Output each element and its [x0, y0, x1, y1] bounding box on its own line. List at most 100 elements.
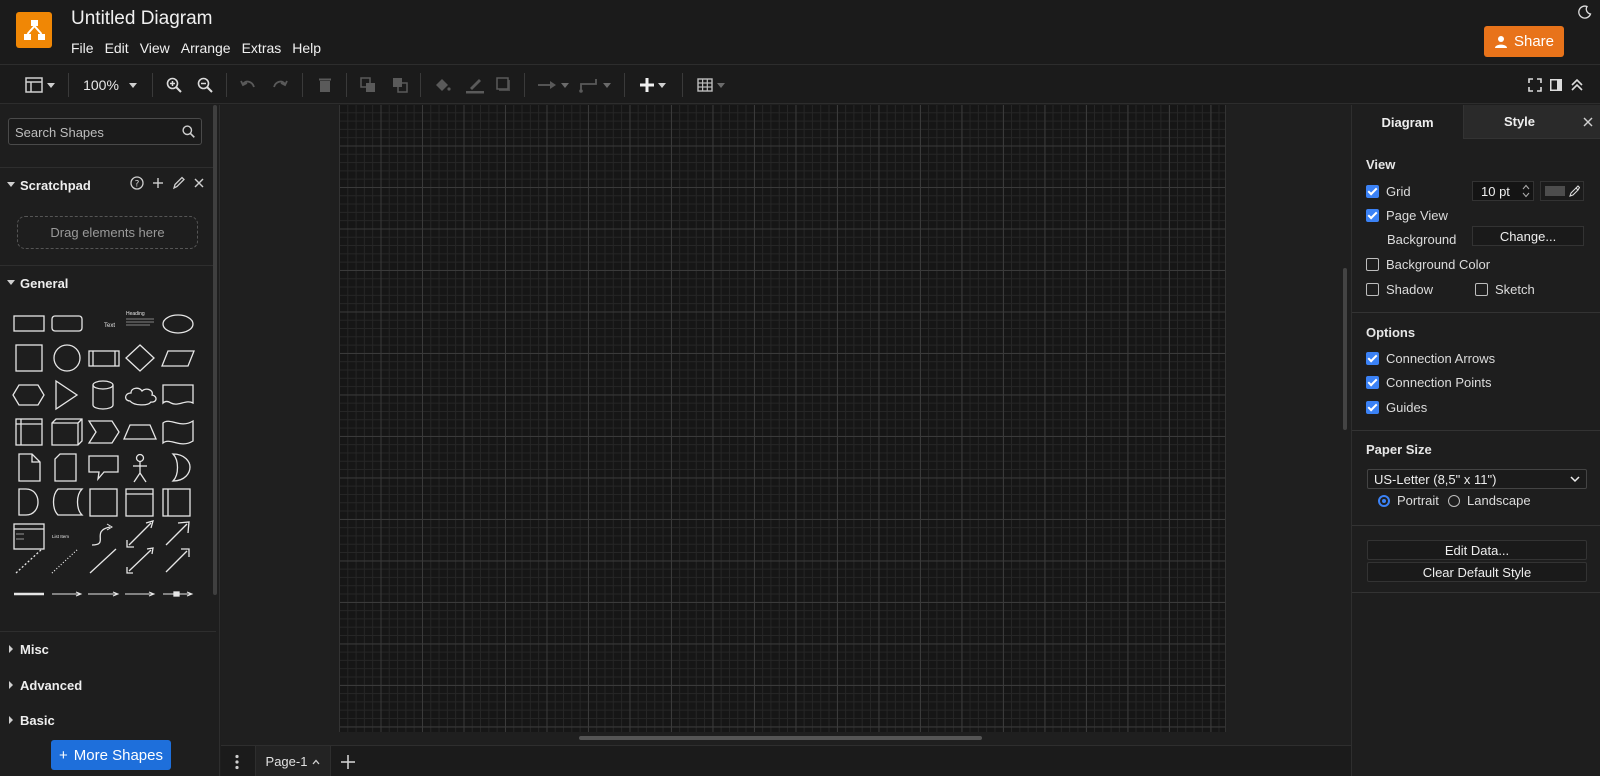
hexagon-shape[interactable]	[12, 384, 45, 406]
add-page-icon[interactable]	[341, 755, 355, 769]
menu-help[interactable]: Help	[292, 40, 328, 56]
grid-size-input[interactable]: 10 pt	[1472, 181, 1534, 201]
change-background-button[interactable]: Change...	[1472, 226, 1584, 246]
bidirectional-connector-shape[interactable]	[126, 547, 154, 574]
scratchpad-drop-zone[interactable]: Drag elements here	[17, 216, 198, 249]
connector-2-label-shape[interactable]	[88, 591, 120, 597]
grid-option[interactable]: Grid	[1366, 184, 1411, 199]
format-panel-button[interactable]	[20, 74, 60, 96]
cloud-shape[interactable]	[124, 387, 157, 406]
add-icon[interactable]	[152, 176, 164, 190]
edit-data-button[interactable]: Edit Data...	[1367, 540, 1587, 560]
document-title[interactable]: Untitled Diagram	[71, 8, 213, 30]
dark-mode-icon[interactable]	[1578, 5, 1592, 19]
guides-option[interactable]: Guides	[1366, 400, 1427, 415]
tab-diagram[interactable]: Diagram	[1352, 105, 1463, 139]
textbox-shape[interactable]: Heading	[126, 311, 154, 326]
canvas-vertical-scrollbar[interactable]	[1343, 268, 1347, 430]
to-front-button[interactable]	[358, 74, 378, 96]
card-shape[interactable]	[54, 453, 77, 482]
delete-button[interactable]	[315, 74, 335, 96]
fill-color-button[interactable]	[432, 74, 452, 96]
triangle-shape[interactable]	[55, 379, 79, 411]
canvas-horizontal-scrollbar[interactable]	[579, 736, 982, 740]
landscape-option[interactable]: Landscape	[1448, 493, 1531, 508]
grid-color-picker[interactable]	[1540, 181, 1584, 201]
internal-storage-shape[interactable]	[15, 418, 43, 446]
trapezoid-shape[interactable]	[123, 424, 157, 440]
sketch-checkbox[interactable]	[1475, 283, 1488, 296]
pages-menu-icon[interactable]	[234, 754, 240, 770]
portrait-radio[interactable]	[1378, 494, 1390, 507]
portrait-option[interactable]: Portrait	[1378, 493, 1439, 508]
general-header[interactable]: General	[0, 274, 216, 294]
cube-shape[interactable]	[51, 418, 83, 446]
menu-view[interactable]: View	[140, 40, 177, 56]
cylinder-shape[interactable]	[92, 380, 114, 410]
dashed-line-shape[interactable]	[15, 548, 43, 574]
zoom-dropdown[interactable]: 100%	[80, 74, 140, 96]
basic-header[interactable]: Basic	[0, 711, 216, 731]
connection-arrows-option[interactable]: Connection Arrows	[1366, 351, 1495, 366]
line-shape[interactable]	[89, 548, 117, 574]
shadow-option[interactable]: Shadow	[1366, 282, 1433, 297]
text-shape[interactable]: Text	[104, 323, 115, 329]
menu-edit[interactable]: Edit	[105, 40, 136, 56]
list-item-shape[interactable]: List Item	[52, 534, 69, 539]
more-shapes-button[interactable]: + More Shapes	[51, 740, 171, 770]
advanced-header[interactable]: Advanced	[0, 676, 216, 696]
page-view-option[interactable]: Page View	[1366, 208, 1448, 223]
circle-shape[interactable]	[53, 344, 81, 372]
collapse-button[interactable]	[1568, 74, 1586, 96]
note-shape[interactable]	[18, 453, 41, 482]
stepper-icon[interactable]	[1522, 184, 1530, 198]
eyedropper-icon[interactable]	[1569, 185, 1580, 197]
vertical-pool-shape[interactable]	[162, 488, 191, 517]
parallelogram-shape[interactable]	[161, 350, 195, 367]
insert-button[interactable]	[636, 74, 670, 96]
square-container-shape[interactable]	[89, 488, 118, 517]
search-input[interactable]	[15, 124, 175, 140]
directional-connector-shape[interactable]	[165, 548, 190, 573]
sidebar-scrollbar[interactable]	[213, 105, 217, 595]
background-color-option[interactable]: Background Color	[1366, 257, 1490, 272]
zoom-out-button[interactable]	[195, 74, 215, 96]
redo-button[interactable]	[270, 74, 290, 96]
landscape-radio[interactable]	[1448, 494, 1460, 507]
line-color-button[interactable]	[464, 74, 486, 96]
arrow-shape[interactable]	[165, 521, 190, 546]
connection-points-checkbox[interactable]	[1366, 376, 1379, 389]
connector-3-label-shape[interactable]	[125, 591, 156, 597]
page-view-checkbox[interactable]	[1366, 209, 1379, 222]
curve-shape[interactable]	[91, 523, 113, 546]
connection-style-button[interactable]	[536, 74, 570, 96]
chevron-up-icon[interactable]	[312, 759, 320, 765]
or-shape[interactable]	[171, 453, 191, 482]
guides-checkbox[interactable]	[1366, 401, 1379, 414]
zoom-in-button[interactable]	[164, 74, 184, 96]
connection-points-option[interactable]: Connection Points	[1366, 375, 1492, 390]
grid-checkbox[interactable]	[1366, 185, 1379, 198]
data-storage-shape[interactable]	[52, 488, 84, 516]
help-icon[interactable]: ?	[130, 176, 144, 190]
misc-header[interactable]: Misc	[0, 640, 216, 660]
square-shape[interactable]	[15, 344, 43, 372]
dotted-line-shape[interactable]	[51, 548, 79, 574]
shadow-checkbox[interactable]	[1366, 283, 1379, 296]
background-color-checkbox[interactable]	[1366, 258, 1379, 271]
callout-shape[interactable]	[88, 455, 119, 482]
menu-file[interactable]: File	[71, 40, 101, 56]
table-button[interactable]	[694, 74, 728, 96]
clear-default-style-button[interactable]: Clear Default Style	[1367, 562, 1587, 582]
undo-button[interactable]	[238, 74, 258, 96]
fullscreen-button[interactable]	[1526, 74, 1544, 96]
close-panel-button[interactable]	[1575, 105, 1600, 139]
tab-style[interactable]: Style	[1463, 105, 1575, 139]
ellipse-shape[interactable]	[162, 314, 194, 334]
menu-extras[interactable]: Extras	[242, 40, 289, 56]
page-grid[interactable]	[339, 105, 1226, 732]
search-icon[interactable]	[182, 125, 195, 138]
list-shape[interactable]	[13, 523, 45, 550]
rounded-rectangle-shape[interactable]	[51, 315, 83, 332]
process-shape[interactable]	[88, 350, 120, 367]
